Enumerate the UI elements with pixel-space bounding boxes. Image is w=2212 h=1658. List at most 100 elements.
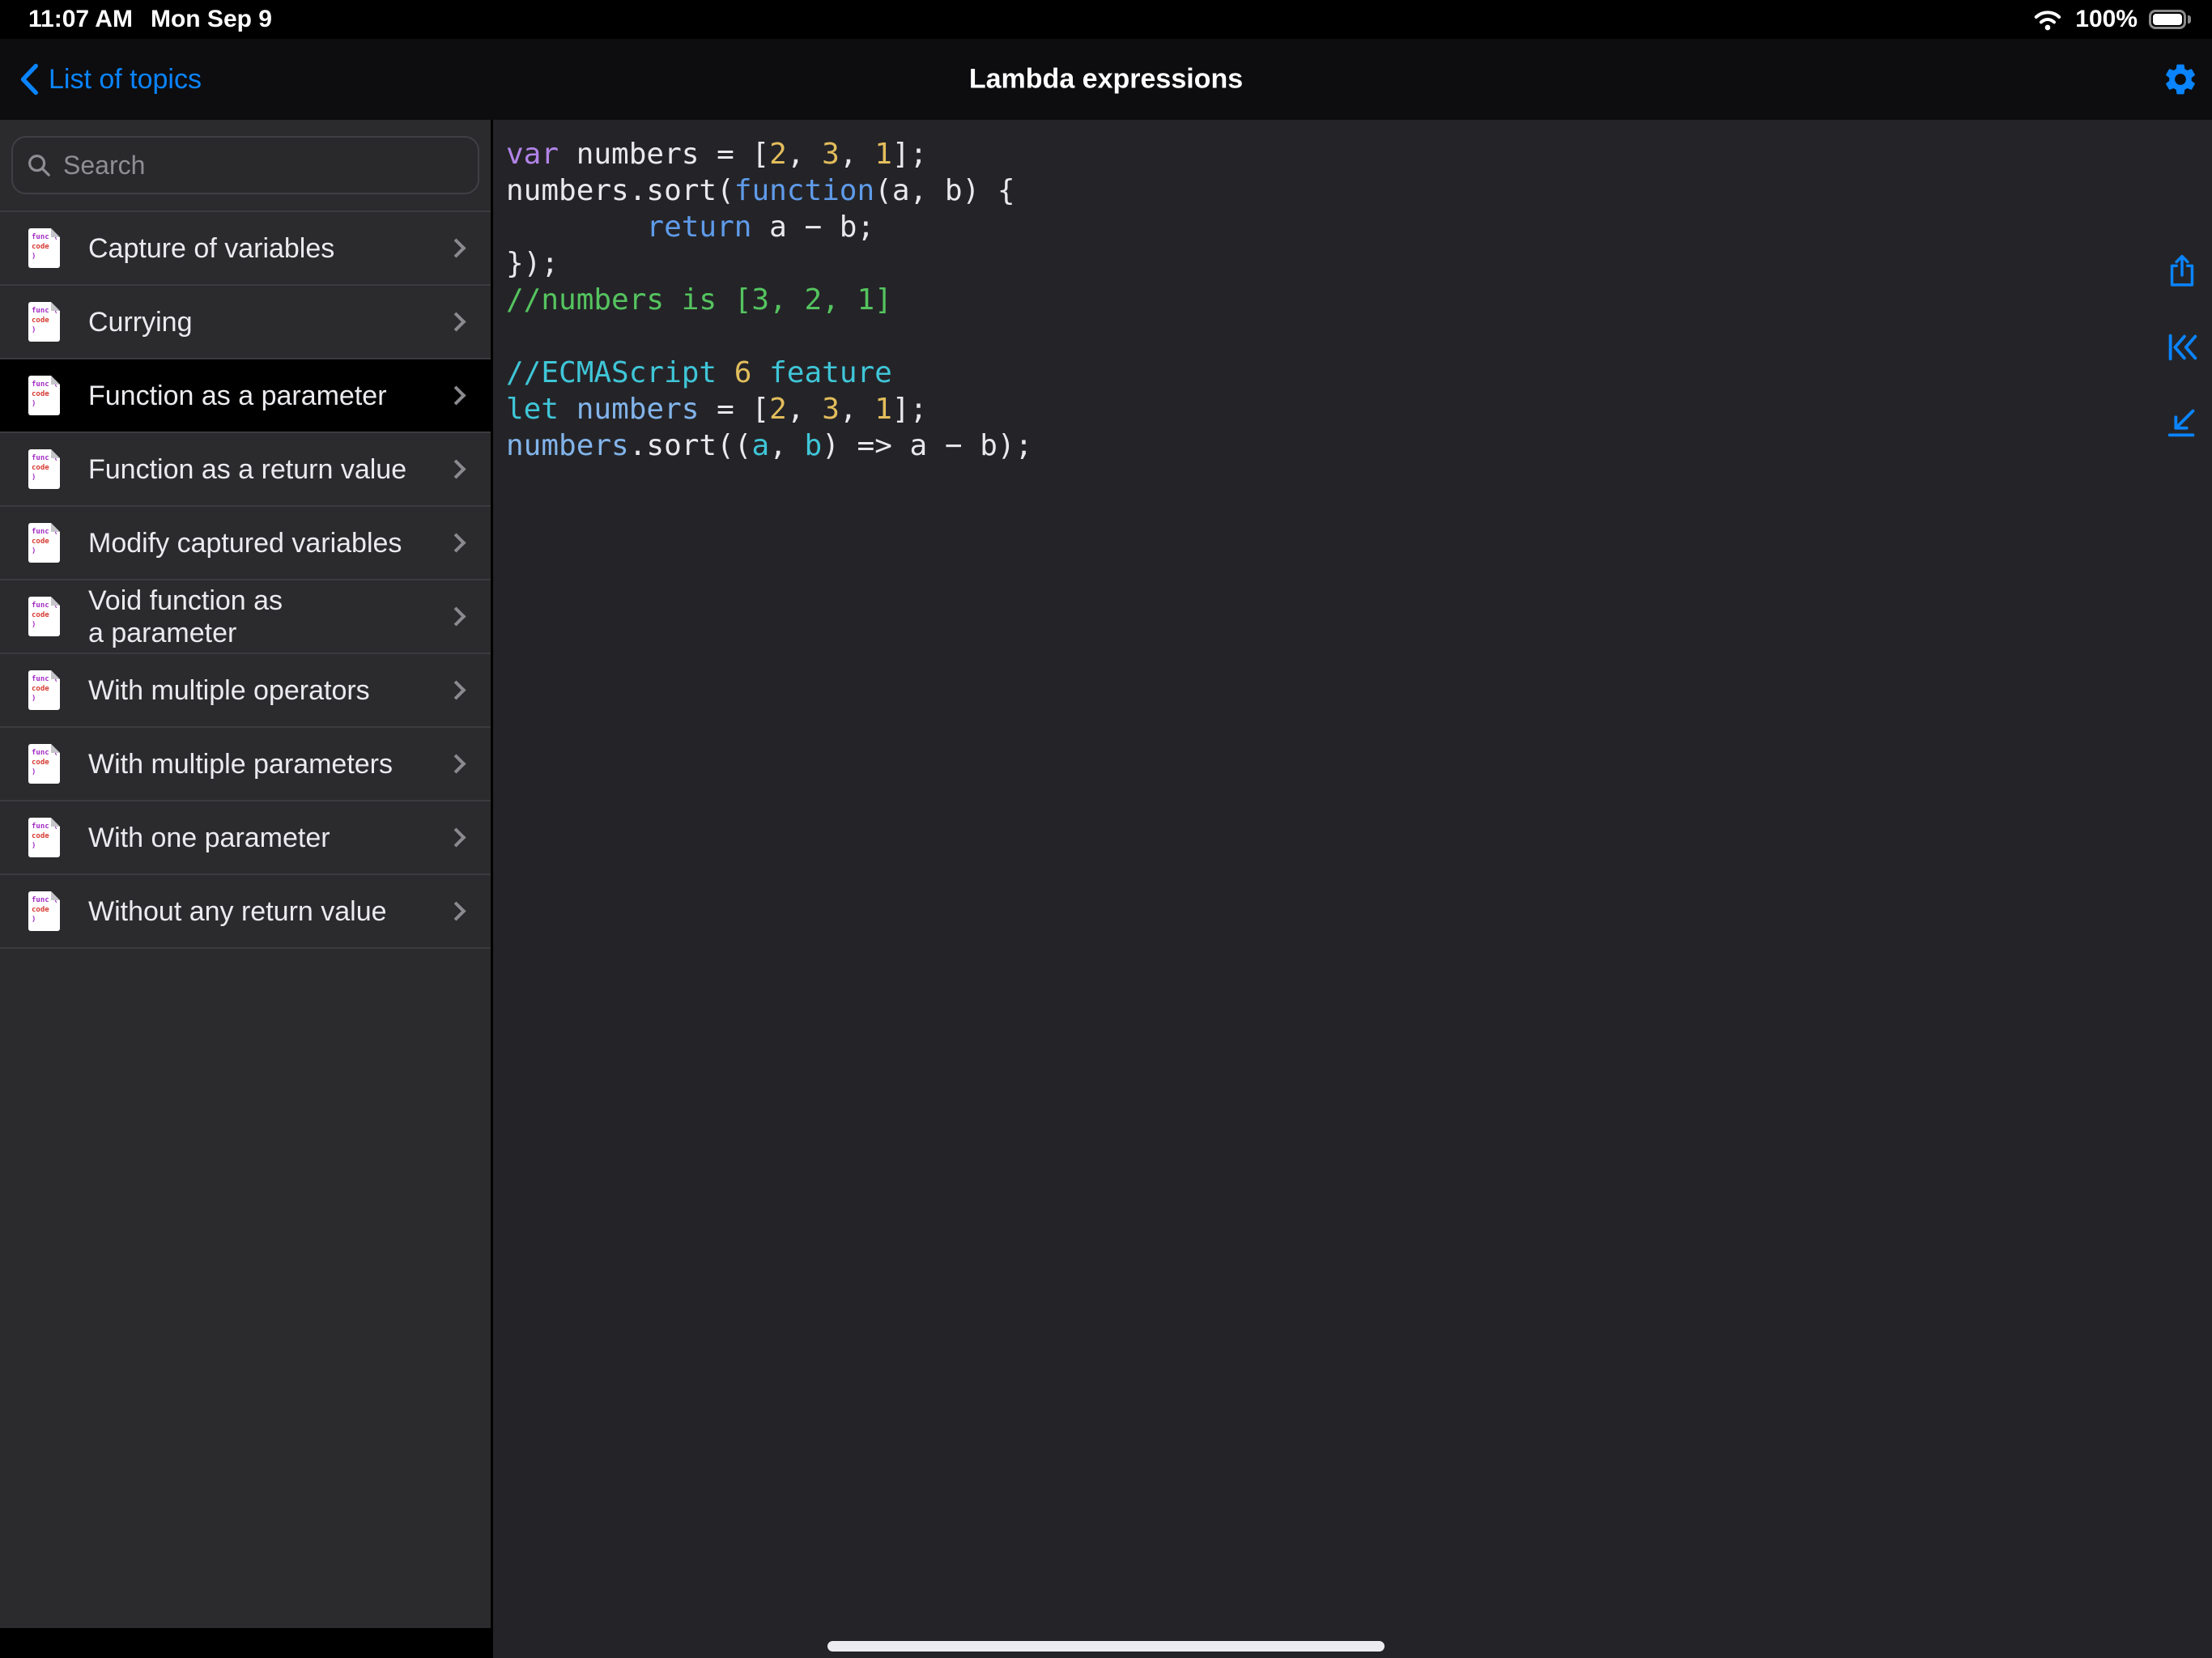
topic-label: With multiple operators bbox=[88, 674, 449, 707]
code-block: var numbers = [2, 3, 1];numbers.sort(fun… bbox=[493, 120, 2212, 464]
topic-label: Currying bbox=[88, 306, 449, 338]
sidebar-topic-item[interactable]: func ( code ) Currying bbox=[0, 286, 491, 359]
sidebar-topic-item[interactable]: func ( code ) With one parameter bbox=[0, 801, 491, 875]
sidebar-topic-item[interactable]: func ( code ) With multiple parameters bbox=[0, 728, 491, 801]
code-line: numbers.sort(function(a, b) { bbox=[506, 172, 2212, 209]
back-button-label: List of topics bbox=[49, 64, 202, 96]
arrow-down-left-icon bbox=[2163, 405, 2201, 442]
share-icon bbox=[2163, 253, 2201, 290]
chevron-right-icon bbox=[446, 312, 466, 331]
screen: 11:07 AM Mon Sep 9 100% bbox=[0, 0, 2212, 1658]
code-token: var bbox=[506, 138, 559, 171]
code-token: //numbers is [3, 2, 1] bbox=[506, 283, 892, 317]
sidebar-topic-item[interactable]: func ( code ) Function as a return value bbox=[0, 433, 491, 507]
code-line bbox=[506, 318, 2212, 355]
code-token: a bbox=[751, 429, 769, 462]
collapse-corner-button[interactable] bbox=[2163, 405, 2201, 442]
code-token: 2 bbox=[769, 138, 787, 171]
code-token: (a, b) { bbox=[874, 174, 1015, 207]
code-token: function bbox=[734, 174, 874, 207]
code-token: return bbox=[646, 210, 751, 244]
code-file-icon: func ( code ) bbox=[28, 818, 60, 857]
chevron-right-icon bbox=[446, 901, 466, 920]
code-token: , bbox=[787, 393, 822, 426]
code-token: numbers.sort( bbox=[506, 174, 734, 207]
code-token: b bbox=[804, 429, 822, 462]
topic-label: Modify captured variables bbox=[88, 527, 449, 559]
code-token: ) => a − b); bbox=[822, 429, 1032, 462]
battery-percent: 100% bbox=[2075, 6, 2138, 33]
code-file-icon: func ( code ) bbox=[28, 376, 60, 415]
code-token: ]; bbox=[892, 138, 927, 171]
code-token: , bbox=[787, 138, 822, 171]
code-token: }); bbox=[506, 247, 559, 280]
sidebar-topic-item[interactable]: func ( code ) Capture of variables bbox=[0, 212, 491, 286]
code-token: a − b; bbox=[751, 210, 874, 244]
code-line: //ECMAScript 6 feature bbox=[506, 355, 2212, 391]
page-fold bbox=[51, 597, 60, 606]
battery-level bbox=[2153, 14, 2182, 25]
sidebar-topic-item[interactable]: func ( code ) With multiple operators bbox=[0, 654, 491, 728]
page-fold bbox=[51, 891, 60, 900]
sidebar-topic-item[interactable]: func ( code ) Void function as a paramet… bbox=[0, 580, 491, 654]
page-title: Lambda expressions bbox=[969, 64, 1243, 96]
code-token: .sort(( bbox=[629, 429, 752, 462]
code-token: numbers bbox=[506, 429, 629, 462]
page-fold bbox=[51, 302, 60, 311]
gear-icon bbox=[2162, 61, 2199, 98]
page-fold bbox=[51, 670, 60, 679]
code-line: //numbers is [3, 2, 1] bbox=[506, 282, 2212, 318]
sidebar-topic-item[interactable]: func ( code ) Function as a parameter bbox=[0, 359, 491, 433]
code-token: feature bbox=[751, 356, 891, 389]
code-line: }); bbox=[506, 245, 2212, 282]
back-chevron-icon bbox=[18, 62, 40, 96]
chevron-right-icon bbox=[446, 680, 466, 699]
chevron-right-icon bbox=[446, 238, 466, 257]
chevron-right-icon bbox=[446, 533, 466, 552]
status-right: 100% bbox=[2031, 6, 2191, 33]
page-fold bbox=[51, 523, 60, 532]
code-file-icon: func ( code ) bbox=[28, 744, 60, 784]
search-field[interactable] bbox=[11, 136, 479, 194]
sidebar-topic-item[interactable]: func ( code ) Without any return value bbox=[0, 875, 491, 949]
status-bar: 11:07 AM Mon Sep 9 100% bbox=[0, 0, 2212, 39]
page-fold bbox=[51, 818, 60, 827]
code-line: let numbers = [2, 3, 1]; bbox=[506, 391, 2212, 427]
sidebar-topic-item[interactable]: func ( code ) Modify captured variables bbox=[0, 507, 491, 580]
battery-body bbox=[2149, 10, 2186, 29]
topic-label: With multiple parameters bbox=[88, 748, 449, 780]
code-token: , bbox=[840, 138, 874, 171]
page-fold bbox=[51, 449, 60, 458]
topic-label: Function as a parameter bbox=[88, 380, 449, 412]
side-toolbar bbox=[2163, 253, 2201, 442]
search-input[interactable] bbox=[63, 151, 465, 181]
code-token: 6 bbox=[734, 356, 752, 389]
topic-label: Function as a return value bbox=[88, 453, 449, 486]
code-token: 1 bbox=[874, 393, 892, 426]
code-line: var numbers = [2, 3, 1]; bbox=[506, 136, 2212, 172]
page-fold bbox=[51, 376, 60, 385]
topic-list: func ( code ) Capture of variables func … bbox=[0, 210, 491, 949]
code-token: 2 bbox=[769, 393, 787, 426]
code-token: 3 bbox=[822, 138, 840, 171]
code-token: , bbox=[769, 429, 804, 462]
date: Mon Sep 9 bbox=[151, 6, 272, 33]
code-token: , bbox=[840, 393, 874, 426]
code-token bbox=[559, 393, 576, 426]
code-file-icon: func ( code ) bbox=[28, 228, 60, 268]
nav-bar: List of topics Lambda expressions bbox=[0, 39, 2212, 120]
battery-icon bbox=[2149, 10, 2191, 29]
share-button[interactable] bbox=[2163, 253, 2201, 290]
topic-label: Void function as a parameter bbox=[88, 585, 449, 649]
home-indicator[interactable] bbox=[827, 1641, 1385, 1652]
skip-to-start-button[interactable] bbox=[2163, 329, 2201, 366]
back-button[interactable]: List of topics bbox=[18, 62, 202, 96]
code-file-icon: func ( code ) bbox=[28, 670, 60, 710]
topic-label: Without any return value bbox=[88, 895, 449, 928]
code-file-icon: func ( code ) bbox=[28, 449, 60, 489]
battery-cap bbox=[2188, 15, 2191, 23]
settings-button[interactable] bbox=[2162, 61, 2199, 98]
code-token bbox=[506, 210, 646, 244]
code-token: = [ bbox=[699, 393, 769, 426]
code-token: 3 bbox=[822, 393, 840, 426]
